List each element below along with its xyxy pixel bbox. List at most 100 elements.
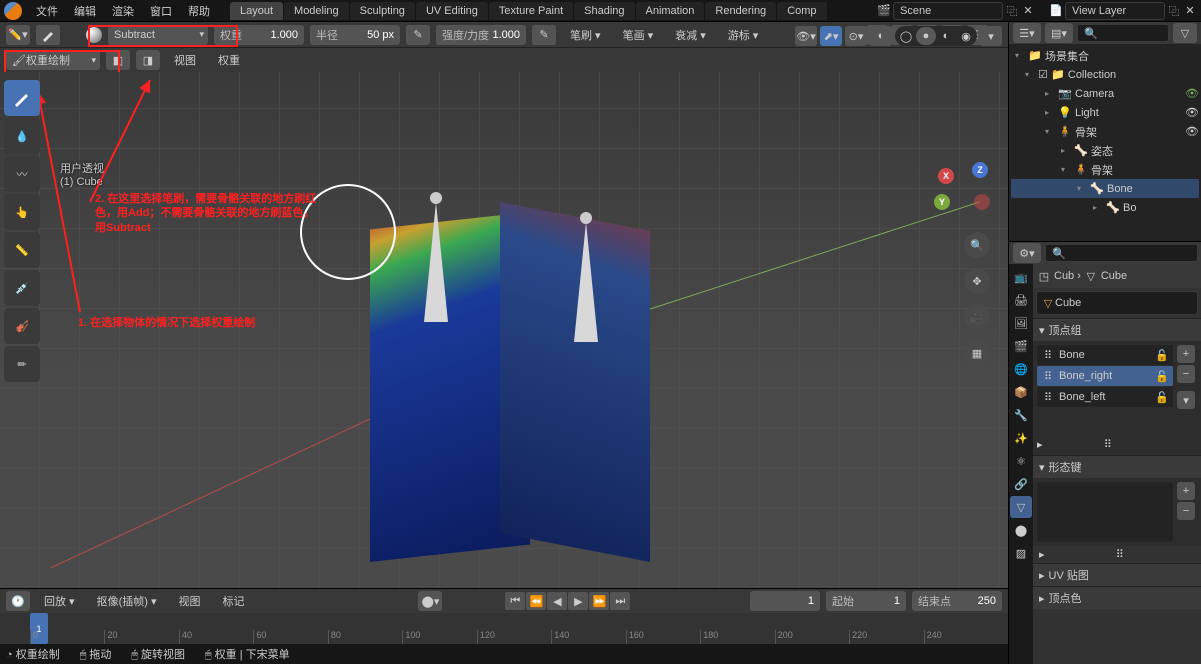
tree-armdata[interactable]: ▾🧍骨架 xyxy=(1011,160,1199,179)
bone-left[interactable] xyxy=(420,192,450,332)
vgroups-header[interactable]: ▾顶点组 xyxy=(1033,319,1201,341)
shapekey-add-icon[interactable]: + xyxy=(1177,482,1195,500)
jump-end-icon[interactable]: ⏭ xyxy=(610,592,630,610)
cursor-menu[interactable]: 游标 ▾ xyxy=(720,24,767,46)
overlay-toggle-icon[interactable]: ⊙▾ xyxy=(845,26,867,46)
menu-edit[interactable]: 编辑 xyxy=(66,0,104,22)
blur-tool-button[interactable]: 💧 xyxy=(4,118,40,154)
move-view-icon[interactable]: ✥ xyxy=(964,268,990,294)
tree-pose[interactable]: ▸🦴姿态 xyxy=(1011,141,1199,160)
vgroup-item[interactable]: ⠿Bone🔓 xyxy=(1037,345,1173,365)
playback-menu[interactable]: 回放 ▾ xyxy=(36,590,83,612)
menu-file[interactable]: 文件 xyxy=(28,0,66,22)
close2-icon[interactable]: ✕ xyxy=(1183,4,1197,18)
camera-view-icon[interactable]: 🎥 xyxy=(964,304,990,330)
wireframe-shading-icon[interactable]: ◯ xyxy=(896,27,916,45)
gradient-tool-button[interactable]: 📏 xyxy=(4,232,40,268)
falloff-menu[interactable]: 衰减 ▾ xyxy=(667,24,714,46)
tab-sculpting[interactable]: Sculpting xyxy=(350,2,415,20)
tree-bone[interactable]: ▾🦴Bone xyxy=(1011,179,1199,198)
smear-tool-button[interactable]: 👆 xyxy=(4,194,40,230)
tree-collection[interactable]: ▾☑📁Collection xyxy=(1011,65,1199,84)
zoom-icon[interactable]: 🔍 xyxy=(964,232,990,258)
gizmo-neg-x[interactable] xyxy=(974,194,990,210)
next-key-icon[interactable]: ⏩ xyxy=(589,592,609,610)
outliner-search-input[interactable]: 🔍 xyxy=(1077,24,1169,42)
tab-texpaint[interactable]: Texture Paint xyxy=(489,2,573,20)
ptab-physics-icon[interactable]: ⚛ xyxy=(1010,450,1032,472)
copy2-icon[interactable]: ⿻ xyxy=(1167,4,1181,18)
brush-tool-icon[interactable] xyxy=(36,25,60,45)
menu-render[interactable]: 渲染 xyxy=(104,0,142,22)
menu-window[interactable]: 窗口 xyxy=(142,0,180,22)
shading-options-icon[interactable]: ▾ xyxy=(980,26,1002,46)
select-visible-icon[interactable]: 👁▾ xyxy=(795,26,817,46)
current-frame-field[interactable]: 1 xyxy=(750,591,820,611)
matprev-shading-icon[interactable]: ◐ xyxy=(936,27,956,45)
outliner-filter-icon[interactable]: ▽ xyxy=(1173,23,1197,43)
draw-tool-button[interactable] xyxy=(4,80,40,116)
ptab-material-icon[interactable]: ⬤ xyxy=(1010,519,1032,541)
outliner-type-icon[interactable]: ☰▾ xyxy=(1013,23,1041,43)
bone-right[interactable] xyxy=(570,212,600,352)
vcolors-header[interactable]: ▸顶点色 xyxy=(1033,587,1201,609)
play-rev-icon[interactable]: ◀ xyxy=(547,592,567,610)
interaction-mode-icon[interactable]: ✏️▾ xyxy=(6,25,30,45)
3d-viewport[interactable]: 用户透视 (1) Cube 2. 在这里选择笔刷，需要骨骼关联的地方刷红色，用A… xyxy=(0,72,1008,588)
vgroup-remove-icon[interactable]: − xyxy=(1177,365,1195,383)
keying-menu[interactable]: 抠像(插帧) ▾ xyxy=(89,590,165,612)
ptab-render-icon[interactable]: 📺 xyxy=(1010,266,1032,288)
ptab-scene-icon[interactable]: 🎬 xyxy=(1010,335,1032,357)
scene-name-field[interactable]: Scene xyxy=(893,2,1003,20)
timeline-track[interactable]: 1 020406080100120140160180200220240 xyxy=(0,613,1008,644)
radius-pressure-icon[interactable]: ✎ xyxy=(406,25,430,45)
ptab-viewlayer-icon[interactable]: 🖼 xyxy=(1010,312,1032,334)
tab-layout[interactable]: Layout xyxy=(230,2,283,20)
tab-modeling[interactable]: Modeling xyxy=(284,2,349,20)
mask-face-icon[interactable]: ◨ xyxy=(136,50,160,70)
stroke-menu[interactable]: 笔画 ▾ xyxy=(615,24,662,46)
autokey-icon[interactable]: ⬤▾ xyxy=(418,591,442,611)
solid-shading-icon[interactable]: ● xyxy=(916,27,936,45)
rendered-shading-icon[interactable]: ◉ xyxy=(956,27,976,45)
outliner-display-icon[interactable]: ▤▾ xyxy=(1045,23,1073,43)
strength-pressure-icon[interactable]: ✎ xyxy=(532,25,556,45)
strength-field[interactable]: 强度/力度1.000 xyxy=(436,25,526,45)
menu-help[interactable]: 帮助 xyxy=(180,0,218,22)
ptab-object-icon[interactable]: 📦 xyxy=(1010,381,1032,403)
shapekey-remove-icon[interactable]: − xyxy=(1177,502,1195,520)
average-tool-button[interactable]: 〰 xyxy=(4,156,40,192)
vertex-tool-button[interactable]: 🎻 xyxy=(4,308,40,344)
ptab-texture-icon[interactable]: ▨ xyxy=(1010,542,1032,564)
play-icon[interactable]: ▶ xyxy=(568,592,588,610)
end-frame-field[interactable]: 结束点250 xyxy=(912,591,1002,611)
copy-icon[interactable]: ⿻ xyxy=(1005,4,1019,18)
vgroup-item[interactable]: ⠿Bone_right🔓 xyxy=(1037,366,1173,386)
gizmo-x[interactable]: X xyxy=(938,168,954,184)
mesh-name-field[interactable]: ▽ Cube xyxy=(1036,291,1198,315)
tree-armature[interactable]: ▾🧍骨架👁 xyxy=(1011,122,1199,141)
tab-shading[interactable]: Shading xyxy=(574,2,634,20)
shapekeys-header[interactable]: ▾形态键 xyxy=(1033,456,1201,478)
tab-animation[interactable]: Animation xyxy=(636,2,705,20)
tree-camera[interactable]: ▸📷Camera👁 xyxy=(1011,84,1199,103)
props-search-input[interactable]: 🔍 xyxy=(1045,244,1198,262)
ptab-data-icon[interactable]: ▽ xyxy=(1010,496,1032,518)
timeline-editor-type-icon[interactable]: 🕐 xyxy=(6,591,30,611)
vgroup-add-icon[interactable]: + xyxy=(1177,345,1195,363)
tab-rendering[interactable]: Rendering xyxy=(705,2,776,20)
jump-start-icon[interactable]: ⏮ xyxy=(505,592,525,610)
ptab-constraint-icon[interactable]: 🔗 xyxy=(1010,473,1032,495)
ptab-output-icon[interactable]: 🖨 xyxy=(1010,289,1032,311)
tree-light[interactable]: ▸💡Light👁 xyxy=(1011,103,1199,122)
gizmo-z[interactable]: Z xyxy=(972,162,988,178)
ptab-particle-icon[interactable]: ✨ xyxy=(1010,427,1032,449)
start-frame-field[interactable]: 起始1 xyxy=(826,591,906,611)
tab-compositing[interactable]: Comp xyxy=(777,2,826,20)
radius-field[interactable]: 半径50 px xyxy=(310,25,400,45)
view-menu[interactable]: 视图 xyxy=(166,49,204,71)
close-icon[interactable]: ✕ xyxy=(1021,4,1035,18)
cube-mesh[interactable] xyxy=(370,202,650,582)
prev-key-icon[interactable]: ⏪ xyxy=(526,592,546,610)
brush-menu[interactable]: 笔刷 ▾ xyxy=(562,24,609,46)
